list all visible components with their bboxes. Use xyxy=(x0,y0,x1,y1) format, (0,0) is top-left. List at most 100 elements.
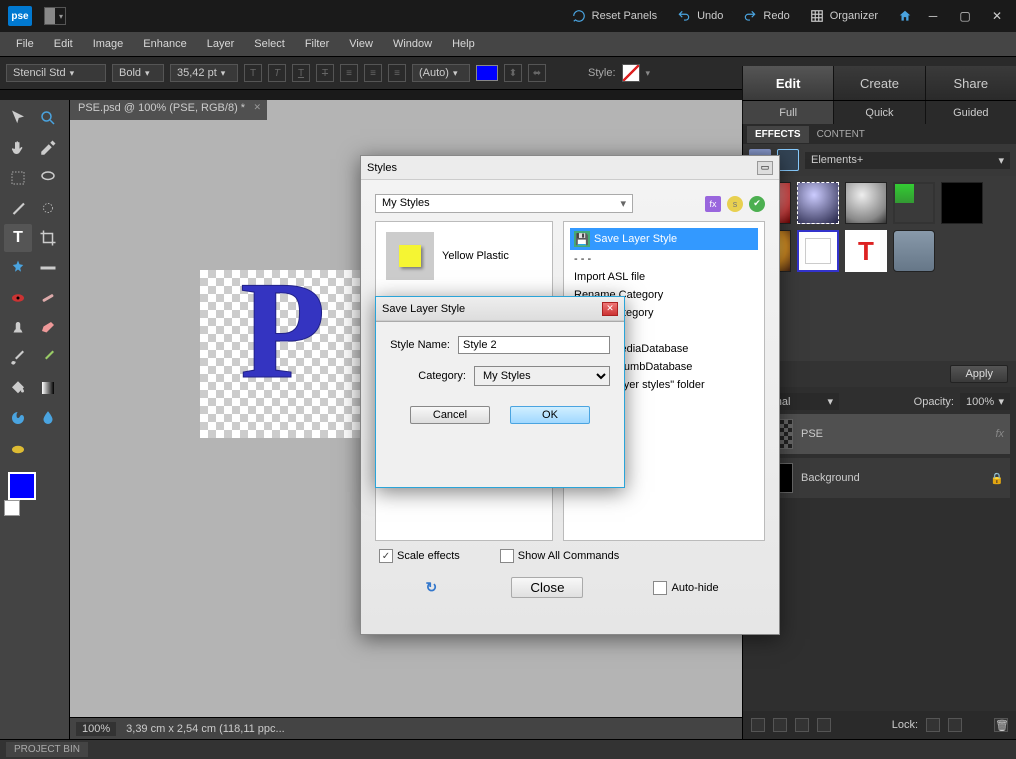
brush-tool-icon[interactable] xyxy=(4,344,32,372)
effect-thumb[interactable] xyxy=(941,182,983,224)
reset-panels-button[interactable]: Reset Panels xyxy=(562,5,667,27)
style-name-input[interactable] xyxy=(458,336,610,354)
lasso-tool-icon[interactable] xyxy=(34,164,62,192)
panel-tab-content[interactable]: CONTENT xyxy=(809,126,873,143)
menu-view[interactable]: View xyxy=(339,34,383,54)
mask-icon[interactable] xyxy=(795,718,809,732)
shape-tool-icon[interactable] xyxy=(4,404,32,432)
scale-effects-checkbox[interactable]: Scale effects xyxy=(379,549,460,563)
bucket-tool-icon[interactable] xyxy=(4,374,32,402)
tab-create[interactable]: Create xyxy=(833,66,924,100)
tab-share[interactable]: Share xyxy=(925,66,1016,100)
blur-tool-icon[interactable] xyxy=(34,404,62,432)
fx-layer-icon[interactable] xyxy=(773,718,787,732)
menu-select[interactable]: Select xyxy=(244,34,295,54)
menu-layer[interactable]: Layer xyxy=(197,34,245,54)
type-tool-icon[interactable]: T xyxy=(4,224,32,252)
show-all-commands-checkbox[interactable]: Show All Commands xyxy=(500,549,620,563)
background-color[interactable] xyxy=(4,500,20,516)
menu-edit[interactable]: Edit xyxy=(44,34,83,54)
crop-tool-icon[interactable] xyxy=(34,224,62,252)
color-picker[interactable] xyxy=(4,472,64,522)
text-warp-icon[interactable]: ⬍ xyxy=(504,64,522,82)
command-item[interactable]: 💾Save Layer Style xyxy=(570,228,758,250)
save-dialog-close-icon[interactable]: ✕ xyxy=(602,302,618,316)
style-preview-icon[interactable] xyxy=(622,64,640,82)
layer-row[interactable]: T PSE fx xyxy=(749,414,1010,454)
align-right-icon[interactable]: ≡ xyxy=(388,64,406,82)
fx-icon[interactable] xyxy=(777,149,799,171)
quickselect-tool-icon[interactable] xyxy=(34,194,62,222)
undo-button[interactable]: Undo xyxy=(667,5,733,27)
document-tab[interactable]: PSE.psd @ 100% (PSE, RGB/8) * xyxy=(70,100,267,120)
effect-thumb-selected[interactable]: T xyxy=(845,230,887,272)
effect-thumb[interactable] xyxy=(893,230,935,272)
subtab-quick[interactable]: Quick xyxy=(833,101,924,124)
font-weight-dropdown[interactable]: Bold xyxy=(112,64,164,82)
text-option-2-icon[interactable]: T xyxy=(268,64,286,82)
text-option-4-icon[interactable]: T xyxy=(316,64,334,82)
zoom-value[interactable]: 100% xyxy=(76,722,116,736)
redeye-tool-icon[interactable] xyxy=(4,284,32,312)
align-center-icon[interactable]: ≡ xyxy=(364,64,382,82)
command-item[interactable]: Import ASL file xyxy=(570,268,758,286)
layout-dropdown-icon[interactable] xyxy=(44,7,66,25)
text-orient-icon[interactable]: ⬌ xyxy=(528,64,546,82)
category-select[interactable]: My Styles xyxy=(474,366,610,386)
style-item[interactable]: Yellow Plastic xyxy=(382,228,546,284)
font-size-dropdown[interactable]: 35,42 pt xyxy=(170,64,238,82)
home-button[interactable] xyxy=(888,5,922,27)
new-layer-icon[interactable] xyxy=(751,718,765,732)
gradient-tool-icon[interactable] xyxy=(34,374,62,402)
lock-all-icon[interactable] xyxy=(948,718,962,732)
subtab-full[interactable]: Full xyxy=(742,101,833,124)
apply-button[interactable]: Apply xyxy=(950,365,1008,383)
s-badge-icon[interactable]: s xyxy=(727,196,743,212)
layer-row[interactable]: Background 🔒 xyxy=(749,458,1010,498)
redo-button[interactable]: Redo xyxy=(733,5,799,27)
effect-thumb[interactable] xyxy=(845,182,887,224)
effect-thumb[interactable] xyxy=(797,182,839,224)
autohide-checkbox[interactable]: Auto-hide xyxy=(653,581,718,595)
styles-dialog-close-icon[interactable]: ▭ xyxy=(757,161,773,175)
effects-category-dropdown[interactable]: Elements+ xyxy=(805,152,1010,169)
straighten-tool-icon[interactable] xyxy=(34,254,62,282)
minimize-button[interactable]: ─ xyxy=(922,8,944,24)
text-option-1-icon[interactable]: T xyxy=(244,64,262,82)
subtab-guided[interactable]: Guided xyxy=(925,101,1016,124)
menu-filter[interactable]: Filter xyxy=(295,34,339,54)
opacity-dropdown[interactable]: 100% xyxy=(960,393,1010,410)
menu-enhance[interactable]: Enhance xyxy=(133,34,196,54)
foreground-color[interactable] xyxy=(8,472,36,500)
menu-file[interactable]: File xyxy=(6,34,44,54)
hand-tool-icon[interactable] xyxy=(4,134,32,162)
refresh-icon[interactable]: ↻ xyxy=(421,580,441,596)
zoom-tool-icon[interactable] xyxy=(34,104,62,132)
eraser-tool-icon[interactable] xyxy=(34,314,62,342)
menu-window[interactable]: Window xyxy=(383,34,442,54)
panel-tab-effects[interactable]: EFFECTS xyxy=(747,126,809,143)
fx-badge-icon[interactable]: fx xyxy=(705,196,721,212)
smartbrush-tool-icon[interactable] xyxy=(34,344,62,372)
leading-dropdown[interactable]: (Auto) xyxy=(412,64,470,82)
marquee-tool-icon[interactable] xyxy=(4,164,32,192)
stamp-tool-icon[interactable] xyxy=(4,314,32,342)
project-bin-label[interactable]: PROJECT BIN xyxy=(6,742,88,757)
align-left-icon[interactable]: ≡ xyxy=(340,64,358,82)
text-color-swatch[interactable] xyxy=(476,65,498,81)
sponge-tool-icon[interactable] xyxy=(4,434,32,462)
maximize-button[interactable]: ▢ xyxy=(954,8,976,24)
ok-badge-icon[interactable]: ✔ xyxy=(749,196,765,212)
lock-pixels-icon[interactable] xyxy=(926,718,940,732)
layer-fx-icon[interactable]: fx xyxy=(995,428,1004,440)
font-family-dropdown[interactable]: Stencil Std xyxy=(6,64,106,82)
cancel-button[interactable]: Cancel xyxy=(410,406,490,424)
text-option-3-icon[interactable]: T xyxy=(292,64,310,82)
styles-category-dropdown[interactable]: My Styles xyxy=(375,194,633,213)
eyedropper-tool-icon[interactable] xyxy=(34,134,62,162)
trash-icon[interactable]: 🗑 xyxy=(994,718,1008,732)
wand-tool-icon[interactable] xyxy=(4,194,32,222)
move-tool-icon[interactable] xyxy=(4,104,32,132)
organizer-button[interactable]: Organizer xyxy=(800,5,888,27)
cookie-tool-icon[interactable] xyxy=(4,254,32,282)
